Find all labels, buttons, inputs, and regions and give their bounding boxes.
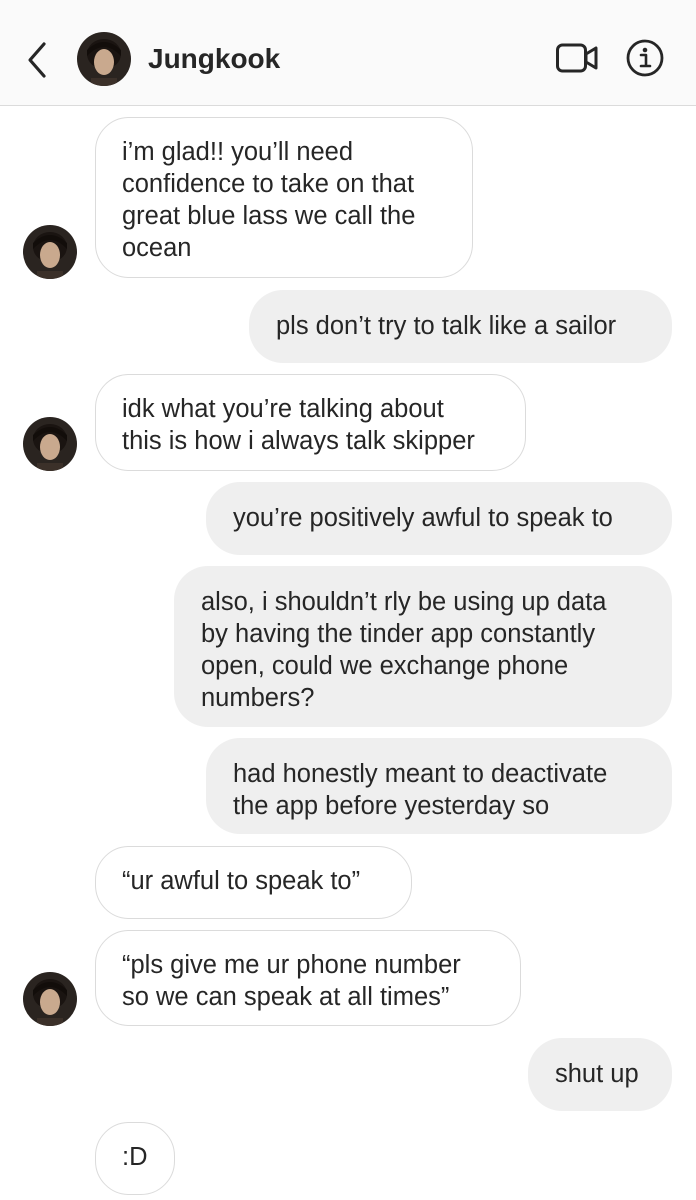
- message-bubble-outgoing[interactable]: shut up: [528, 1038, 672, 1111]
- message-text: the app before yesterday so: [233, 792, 550, 820]
- info-icon: [626, 39, 664, 77]
- contact-avatar[interactable]: [77, 32, 131, 86]
- sender-avatar[interactable]: [23, 225, 77, 279]
- video-call-button[interactable]: [555, 40, 599, 76]
- sender-avatar[interactable]: [23, 417, 77, 471]
- message-text: also, i shouldn’t rly be using up data: [201, 588, 607, 616]
- message-text: numbers?: [201, 684, 315, 712]
- message-bubble-outgoing[interactable]: you’re positively awful to speak to: [206, 482, 672, 555]
- message-text: idk what you’re talking about: [122, 395, 444, 423]
- message-bubble-incoming[interactable]: “ur awful to speak to”: [95, 846, 412, 919]
- profile-photo: [23, 972, 77, 1026]
- message-bubble-outgoing[interactable]: also, i shouldn’t rly be using up data b…: [174, 566, 672, 727]
- message-text: open, could we exchange phone: [201, 652, 569, 680]
- sender-avatar[interactable]: [23, 972, 77, 1026]
- message-text: confidence to take on that: [122, 170, 415, 198]
- video-camera-icon: [556, 43, 598, 73]
- message-bubble-incoming[interactable]: :D: [95, 1122, 175, 1195]
- message-text: great blue lass we call the: [122, 202, 416, 230]
- contact-name[interactable]: Jungkook: [148, 42, 280, 76]
- message-bubble-incoming[interactable]: idk what you’re talking about this is ho…: [95, 374, 526, 471]
- message-bubble-incoming[interactable]: “pls give me ur phone number so we can s…: [95, 930, 521, 1026]
- message-text: :D: [122, 1143, 148, 1171]
- message-text: pls don’t try to talk like a sailor: [276, 312, 617, 340]
- message-text: so we can speak at all times”: [122, 983, 450, 1011]
- chat-header: Jungkook: [0, 0, 696, 106]
- message-text: by having the tinder app constantly: [201, 620, 596, 648]
- message-text: i’m glad!! you’ll need: [122, 138, 354, 166]
- message-text: “ur awful to speak to”: [122, 867, 361, 895]
- message-text: shut up: [555, 1060, 639, 1088]
- profile-photo: [23, 225, 77, 279]
- message-text: you’re positively awful to speak to: [233, 504, 613, 532]
- profile-photo: [77, 32, 131, 86]
- profile-photo: [23, 417, 77, 471]
- message-text: “pls give me ur phone number: [122, 951, 461, 979]
- message-bubble-incoming[interactable]: i’m glad!! you’ll need confidence to tak…: [95, 117, 473, 278]
- chevron-left-icon: [28, 42, 46, 78]
- message-text: ocean: [122, 234, 192, 262]
- message-bubble-outgoing[interactable]: had honestly meant to deactivate the app…: [206, 738, 672, 834]
- back-button[interactable]: [20, 38, 54, 82]
- message-text: this is how i always talk skipper: [122, 427, 475, 455]
- info-button[interactable]: [625, 38, 665, 78]
- message-text: had honestly meant to deactivate: [233, 760, 608, 788]
- message-bubble-outgoing[interactable]: pls don’t try to talk like a sailor: [249, 290, 672, 363]
